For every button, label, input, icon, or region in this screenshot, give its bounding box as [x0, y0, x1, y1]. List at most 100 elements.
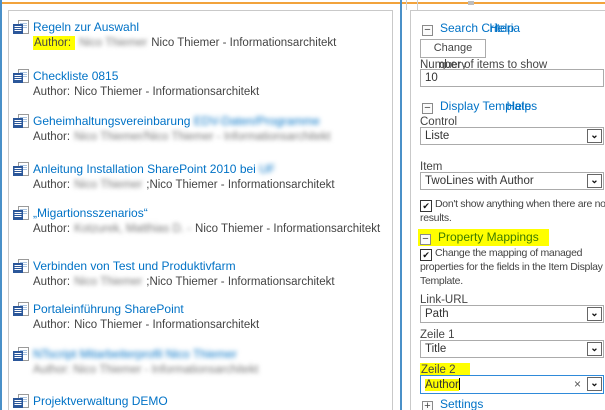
- collapse-icon[interactable]: −: [422, 25, 433, 36]
- result-title-link[interactable]: Regeln zur Auswahl: [33, 20, 139, 34]
- result-title-link[interactable]: Verbinden von Test und Produktivfarm: [33, 259, 236, 273]
- blurred-title-text[interactable]: NTscript Mitarbeiterprofil Nico Thiemer: [33, 347, 237, 361]
- list-item: Portaleinführung SharePoint Author: Nico …: [9, 302, 392, 332]
- decoration: [406, 0, 407, 10]
- result-author-line: Author: Nico Thiemer/Nico Thiemer - Infor…: [33, 130, 392, 144]
- list-item: NTscript Mitarbeiterprofil Nico Thiemer …: [9, 347, 392, 377]
- author-text: Nico Thiemer - Informationsarchitekt: [74, 319, 259, 331]
- checkbox-label: Don't show anything when there are no: [435, 198, 605, 210]
- author-text: Nico Thiemer - Informationsarchitekt: [151, 37, 336, 49]
- word-document-icon: [13, 259, 29, 275]
- section-header-settings: + Settings: [422, 397, 483, 410]
- blurred-author-text: Kotzurek, Matthias D. -: [74, 223, 191, 235]
- link-url-dropdown[interactable]: Path ⌄: [420, 305, 604, 323]
- text-cursor: [459, 378, 460, 390]
- result-author-line: Author: Nico Thiemer ;Nico Thiemer - Infor…: [33, 178, 392, 192]
- result-author-line: Author: Nico Thiemer - Informationsarchit…: [33, 85, 392, 99]
- chevron-down-icon[interactable]: ⌄: [587, 129, 602, 143]
- number-of-items-input[interactable]: [420, 69, 604, 87]
- zeile1-dropdown-value: Title: [425, 343, 446, 355]
- help-link[interactable]: Help: [506, 99, 531, 113]
- section-title-property-mappings[interactable]: Property Mappings: [438, 230, 539, 244]
- page-left-edge-line: [0, 0, 2, 410]
- zeile2-combobox[interactable]: Author × ⌄: [420, 375, 604, 394]
- result-title-link[interactable]: Anleitung Installation SharePoint 2010 b…: [33, 162, 259, 176]
- checkbox-checked-icon[interactable]: ✔: [420, 200, 432, 212]
- item-dropdown[interactable]: TwoLines with Author ⌄: [420, 172, 604, 190]
- author-label: Author:: [33, 276, 70, 288]
- list-item: Regeln zur Auswahl Author: Nico Thiemer Ni…: [9, 20, 392, 50]
- zeile1-dropdown[interactable]: Title ⌄: [420, 340, 604, 358]
- section-title-settings[interactable]: Settings: [440, 397, 483, 410]
- section-header-property-mappings: −Property Mappings: [418, 230, 549, 244]
- webpart-tool-pane: −Search Criteria Help Change query Numbe…: [410, 10, 605, 410]
- help-link[interactable]: Help: [489, 21, 514, 35]
- author-label: Author:: [33, 223, 70, 235]
- collapse-icon[interactable]: −: [420, 234, 431, 245]
- blurred-author-text: Nico Thiemer: [79, 37, 147, 49]
- result-title-link[interactable]: Projektverwaltung DEMO: [33, 394, 168, 408]
- no-results-checkbox[interactable]: ✔Don't show anything when there are no r…: [420, 198, 605, 226]
- result-title-link[interactable]: Checkliste 0815: [33, 69, 118, 83]
- item-dropdown-value: TwoLines with Author: [425, 175, 534, 187]
- collapse-icon[interactable]: −: [422, 103, 433, 114]
- decoration: [468, 1, 474, 5]
- list-item: Anleitung Installation SharePoint 2010 b…: [9, 162, 392, 192]
- blurred-title-text[interactable]: EDV-Daten/Programme: [194, 114, 320, 128]
- pane-divider-line: [400, 0, 402, 410]
- result-author-line: Author: Nico Thiemer - Informationsarchi…: [33, 363, 392, 377]
- list-item: Geheimhaltungsvereinbarung EDV-Daten/Pro…: [9, 114, 392, 144]
- author-label: Author:: [33, 131, 70, 143]
- blurred-author-text: Nico Thiemer/Nico Thiemer - Informations…: [74, 131, 331, 143]
- word-document-icon: [13, 302, 29, 318]
- blurred-author-text: Author: Nico Thiemer - Informationsarchi…: [33, 364, 258, 376]
- word-document-icon: [13, 206, 29, 222]
- expand-icon[interactable]: +: [422, 401, 433, 410]
- blurred-author-text: Nico Thiemer: [74, 179, 142, 191]
- checkbox-checked-icon[interactable]: ✔: [420, 249, 432, 261]
- checkbox-label: results.: [420, 212, 605, 226]
- control-dropdown-value: Liste: [425, 130, 449, 142]
- author-label: Author:: [33, 86, 70, 98]
- author-label: Author:: [33, 319, 70, 331]
- chevron-down-icon[interactable]: ⌄: [587, 377, 602, 391]
- control-dropdown[interactable]: Liste ⌄: [420, 127, 604, 145]
- result-author-line: Author: Nico Thiemer Nico Thiemer - Inform…: [33, 36, 392, 50]
- change-mapping-checkbox[interactable]: ✔Change the mapping of managed propertie…: [420, 247, 605, 288]
- list-item: „Migartionsszenarios“ Author: Kotzurek, M…: [9, 206, 392, 236]
- chevron-down-icon[interactable]: ⌄: [587, 307, 602, 321]
- webpart-zone-top-border: [2, 2, 605, 4]
- word-document-icon: [13, 20, 29, 36]
- author-text: Nico Thiemer - Informationsarchitekt: [74, 86, 259, 98]
- result-author-line: Author:Nico Thiemer;Nico Thiemer - Infor…: [33, 275, 392, 289]
- word-document-icon: [13, 162, 29, 178]
- decoration: [417, 0, 418, 10]
- checkbox-label: properties for the fields in the Item Di…: [420, 261, 605, 275]
- checkbox-label: Change the mapping of managed: [435, 247, 582, 259]
- blurred-title-text[interactable]: UF: [259, 162, 275, 176]
- author-label: Author:: [33, 179, 70, 191]
- zeile2-combobox-value: Author: [425, 379, 459, 391]
- checkbox-label: Template.: [420, 275, 605, 289]
- link-url-dropdown-value: Path: [425, 308, 449, 320]
- chevron-down-icon[interactable]: ⌄: [587, 342, 602, 356]
- result-author-line: Author: Kotzurek, Matthias D. - Nico Thiem…: [33, 222, 392, 236]
- result-title-link[interactable]: Portaleinführung SharePoint: [33, 302, 184, 316]
- word-document-icon: [13, 69, 29, 85]
- word-document-icon: [13, 347, 29, 363]
- blurred-author-text: Nico Thiemer: [74, 276, 142, 288]
- list-item: Projektverwaltung DEMO: [9, 394, 392, 408]
- clear-icon[interactable]: ×: [574, 377, 581, 391]
- section-header-display-templates: −Display Templates Help: [422, 99, 537, 113]
- result-title-link[interactable]: „Migartionsszenarios“: [33, 206, 148, 220]
- change-query-button[interactable]: Change query: [420, 39, 486, 58]
- author-label-highlighted: Author:: [33, 36, 75, 50]
- list-item: Checkliste 0815 Author: Nico Thiemer - In…: [9, 69, 392, 99]
- list-item: Verbinden von Test und Produktivfarm Aut…: [9, 259, 392, 289]
- author-text: Nico Thiemer - Informationsarchitekt: [195, 223, 380, 235]
- chevron-down-icon[interactable]: ⌄: [587, 174, 602, 188]
- author-text: ;Nico Thiemer - Informationsarchitekt: [146, 179, 334, 191]
- result-title-link[interactable]: Geheimhaltungsvereinbarung: [33, 114, 194, 128]
- result-author-line: Author: Nico Thiemer - Informationsarchit…: [33, 318, 392, 332]
- section-header-search-criteria: −Search Criteria Help: [422, 21, 520, 35]
